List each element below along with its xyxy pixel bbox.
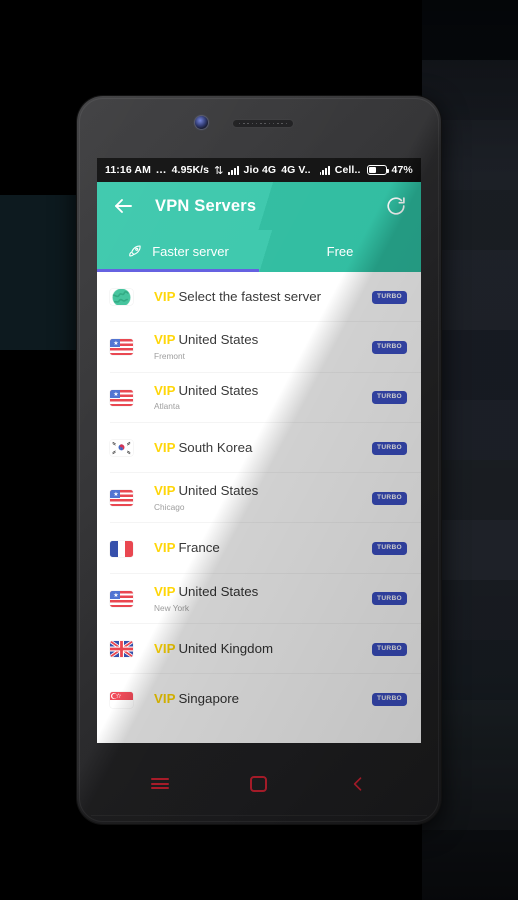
server-list-item[interactable]: VIP South Korea TURBO <box>97 422 421 474</box>
tab-label-free: Free <box>326 243 354 259</box>
server-name: VIP Singapore <box>154 691 372 708</box>
page-title: VPN Servers <box>155 196 257 215</box>
flag-united-states: ★ <box>110 339 133 356</box>
server-name: VIP United States <box>154 483 372 500</box>
server-name-text: United States <box>178 332 259 348</box>
globe-icon <box>110 289 133 306</box>
vip-label: VIP <box>154 640 176 656</box>
server-city: Fremont <box>154 351 185 362</box>
vip-label: VIP <box>154 439 176 455</box>
server-text-block: VIP United States Fremont <box>154 332 372 362</box>
android-nav-bar <box>77 743 441 824</box>
server-list-item[interactable]: VIP United Kingdom TURBO <box>97 624 421 675</box>
data-transfer-icon: ⇅ <box>214 164 224 177</box>
turbo-badge: TURBO <box>372 391 407 405</box>
vip-label: VIP <box>154 483 176 499</box>
turbo-badge: TURBO <box>372 290 407 304</box>
phone-bottom-accent <box>91 815 427 816</box>
turbo-badge: TURBO <box>372 693 407 706</box>
status-network-type: 4G V.. <box>281 164 311 176</box>
tab-faster-server[interactable]: Faster server <box>97 230 259 272</box>
server-text-block: VIP Singapore <box>154 691 372 708</box>
status-carrier-1: Jio 4G <box>243 164 277 176</box>
server-text-block: VIP Select the fastest server <box>154 289 372 306</box>
tab-free[interactable]: Free <box>259 230 421 272</box>
phone-screen: 11:16 AM ... 4.95K/s ⇅ Jio 4G 4G V.. Cel… <box>97 158 421 743</box>
battery-icon <box>366 165 389 175</box>
server-name: VIP United States <box>154 383 372 400</box>
back-chevron-icon[interactable] <box>345 771 371 797</box>
server-name: VIP United States <box>154 332 372 349</box>
server-list-item[interactable]: ★ VIP United States Fremont TURBO <box>97 322 421 373</box>
turbo-badge: TURBO <box>372 542 407 556</box>
server-text-block: VIP United Kingdom <box>154 641 372 658</box>
server-list-item[interactable]: VIP France TURBO <box>97 523 421 575</box>
tab-label-faster-server: Faster server <box>152 243 229 259</box>
server-city: New York <box>154 602 190 613</box>
server-name-text: Select the fastest server <box>178 288 322 304</box>
flag-united-states: ★ <box>110 490 133 507</box>
flag-france <box>110 540 133 557</box>
server-name-text: United States <box>178 583 259 599</box>
signal-bars-icon-2 <box>319 165 330 175</box>
flag-south-korea <box>110 440 133 457</box>
vip-label: VIP <box>154 288 176 304</box>
server-name-text: United States <box>178 483 259 499</box>
front-camera-icon <box>195 116 208 129</box>
vip-label: VIP <box>154 583 176 599</box>
server-text-block: VIP United States New York <box>154 584 372 614</box>
vip-label: VIP <box>154 691 176 707</box>
server-name-text: Singapore <box>178 691 240 707</box>
server-name-text: France <box>178 540 220 556</box>
vip-label: VIP <box>154 332 176 348</box>
server-list-item[interactable]: ★ VIP United States New York TURBO <box>97 573 421 625</box>
server-name: VIP Select the fastest server <box>154 289 372 306</box>
home-icon[interactable] <box>246 771 272 797</box>
turbo-badge: TURBO <box>372 592 407 606</box>
turbo-badge: TURBO <box>372 340 407 354</box>
phone-device: 11:16 AM ... 4.95K/s ⇅ Jio 4G 4G V.. Cel… <box>77 96 441 824</box>
tab-bar: Faster server Free <box>97 230 421 272</box>
server-name: VIP South Korea <box>154 440 372 457</box>
server-text-block: VIP United States Chicago <box>154 483 372 513</box>
back-arrow-icon[interactable] <box>111 194 135 218</box>
server-list-item[interactable]: ★ VIP United States Atlanta TURBO <box>97 372 421 424</box>
signal-bars-icon <box>228 165 239 175</box>
status-net-speed: 4.95K/s <box>171 164 210 176</box>
flag-united-states: ★ <box>110 389 133 406</box>
server-name-text: United States <box>178 382 259 398</box>
flag-united-kingdom <box>110 641 133 658</box>
server-list-item[interactable]: ★ VIP United States Chicago TURBO <box>97 473 421 524</box>
server-list[interactable]: VIP Select the fastest server TURBO ★ VIP Uni… <box>97 272 421 743</box>
refresh-icon[interactable] <box>385 195 407 217</box>
server-name-text: South Korea <box>178 439 253 455</box>
server-city: Atlanta <box>154 401 180 412</box>
turbo-badge: TURBO <box>372 642 407 656</box>
server-city: Chicago <box>154 501 185 512</box>
status-overflow-dots: ... <box>155 164 167 176</box>
status-battery-percent: 47% <box>391 164 413 176</box>
status-bar: 11:16 AM ... 4.95K/s ⇅ Jio 4G 4G V.. Cel… <box>97 158 421 182</box>
rocket-icon <box>127 243 143 259</box>
server-text-block: VIP France <box>154 540 372 557</box>
flag-singapore <box>110 691 133 708</box>
vip-label: VIP <box>154 540 176 556</box>
server-text-block: VIP United States Atlanta <box>154 383 372 413</box>
server-list-item[interactable]: VIP Singapore TURBO <box>97 674 421 725</box>
server-list-item[interactable]: VIP Select the fastest server TURBO <box>97 272 421 323</box>
app-bar: VPN Servers <box>97 182 421 230</box>
server-name: VIP United States <box>154 584 372 601</box>
status-time: 11:16 AM <box>105 164 151 176</box>
vip-label: VIP <box>154 382 176 398</box>
server-name-text: United Kingdom <box>178 640 274 656</box>
flag-united-states: ★ <box>110 590 133 607</box>
status-carrier-2: Cell.. <box>334 164 361 176</box>
server-name: VIP United Kingdom <box>154 641 372 658</box>
turbo-badge: TURBO <box>372 491 407 505</box>
earpiece-speaker-icon <box>232 119 294 128</box>
server-text-block: VIP South Korea <box>154 440 372 457</box>
server-name: VIP France <box>154 540 372 557</box>
turbo-badge: TURBO <box>372 441 407 455</box>
menu-icon[interactable] <box>147 771 173 797</box>
